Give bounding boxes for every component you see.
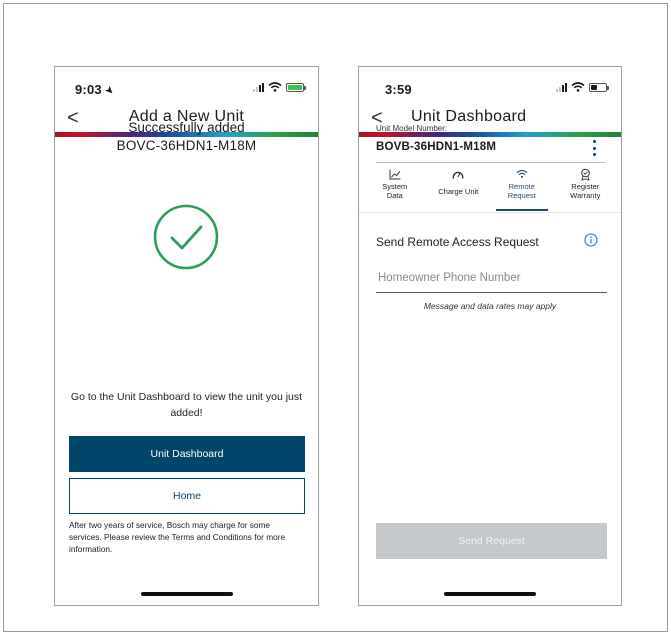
gauge-icon — [452, 171, 464, 179]
send-request-button[interactable]: Send Request — [376, 523, 607, 559]
check-circle-icon — [153, 204, 219, 270]
line-chart-icon — [389, 169, 401, 179]
service-disclaimer: After two years of service, Bosch may ch… — [69, 520, 286, 554]
battery-icon — [589, 82, 609, 92]
tab-label: Charge Unit — [438, 187, 479, 196]
add-unit-screen: 9:03➤ < Add a New Unit Successfully adde… — [54, 66, 319, 606]
dashboard-tabs: System Data Charge Unit Remote Request Reg… — [363, 167, 617, 211]
unit-dashboard-screen: 3:59 < Unit Dashboard Unit Model Number:… — [358, 66, 622, 606]
wifi-icon — [516, 170, 528, 178]
divider — [376, 162, 605, 163]
tab-label: System Data — [382, 182, 408, 200]
success-message: Successfully added — [128, 120, 245, 135]
wifi-icon — [571, 82, 585, 92]
tab-label: Register Warranty — [570, 182, 601, 200]
wifi-icon — [268, 82, 282, 92]
tab-charge-unit[interactable]: Charge Unit — [427, 167, 491, 211]
home-indicator[interactable] — [140, 592, 233, 596]
model-number-value: BOVB-36HDN1-M18M — [376, 141, 497, 153]
info-icon[interactable] — [584, 233, 598, 247]
unit-dashboard-button[interactable]: Unit Dashboard — [69, 436, 305, 472]
tab-system-data[interactable]: System Data — [363, 167, 427, 211]
added-model-number: BOVC-36HDN1-M18M — [116, 138, 257, 153]
tab-label: Remote Request — [507, 182, 536, 200]
status-time: 3:59 — [385, 82, 412, 97]
more-options-icon[interactable] — [589, 140, 599, 156]
model-number-label: Unit Model Number: — [376, 124, 448, 133]
cellular-signal-icon — [253, 82, 264, 92]
tab-register-warranty[interactable]: Register Warranty — [554, 167, 618, 211]
battery-charging-icon — [286, 82, 306, 92]
form-title: Send Remote Access Request — [376, 235, 539, 249]
homeowner-phone-input[interactable] — [376, 263, 607, 293]
cellular-signal-icon — [556, 82, 567, 92]
rates-notice: Message and data rates may apply — [423, 301, 557, 311]
home-indicator[interactable] — [444, 592, 536, 596]
home-button[interactable]: Home — [69, 478, 305, 514]
divider — [359, 212, 621, 213]
status-time: 9:03➤ — [75, 82, 117, 99]
tab-remote-request[interactable]: Remote Request — [490, 167, 554, 211]
status-bar: 9:03➤ — [55, 67, 318, 103]
badge-icon — [580, 168, 590, 181]
status-bar: 3:59 — [359, 67, 621, 103]
location-arrow-icon: ➤ — [101, 83, 117, 99]
go-to-dashboard-prompt: Go to the Unit Dashboard to view the uni… — [70, 391, 303, 419]
